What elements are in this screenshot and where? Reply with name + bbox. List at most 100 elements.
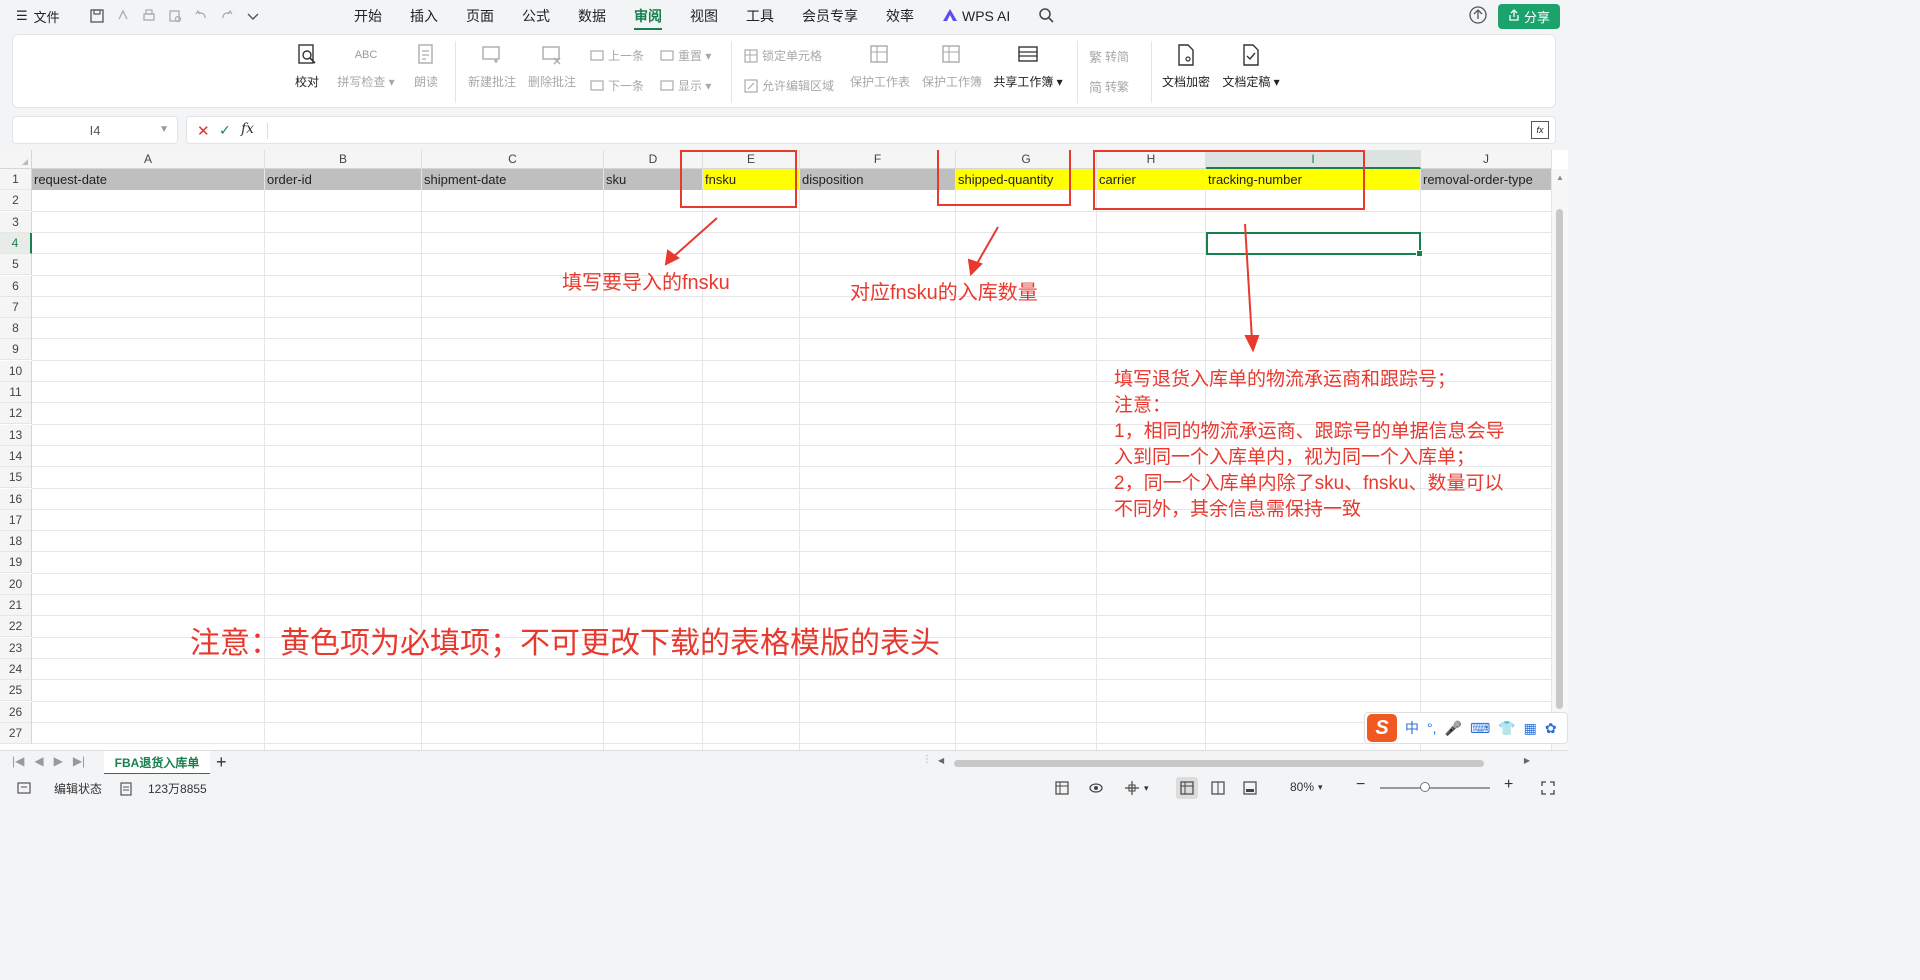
zoom-slider[interactable] (1380, 787, 1490, 789)
prev-sheet-icon[interactable]: ◀ (34, 754, 43, 768)
scroll-up-icon[interactable]: ▲ (1556, 173, 1564, 182)
allow-edit-area-button[interactable]: 允许编辑区域 (743, 77, 834, 94)
doc-finalize-button[interactable]: 文档定稿 ▾ (1221, 35, 1281, 90)
lock-cell-button[interactable]: 锁定单元格 (743, 47, 822, 64)
spreadsheet-grid[interactable]: ABCDEFGHIJ 1 2 3 4 5 6 7 8 9 10 11 12 13 14 15 16 17 18 19… (0, 150, 1568, 750)
to-traditional-icon: 简 (1089, 80, 1103, 95)
more-chevron-icon[interactable] (244, 7, 262, 25)
sogou-logo-icon[interactable]: S (1367, 714, 1397, 742)
table-style-icon (1055, 781, 1069, 795)
page-break-view-button[interactable] (1242, 780, 1258, 796)
tab-efficiency[interactable]: 效率 (872, 0, 928, 32)
prev-comment-button[interactable]: 上一条 (589, 47, 644, 64)
tab-insert[interactable]: 插入 (396, 0, 452, 32)
doc-finalize-icon (1243, 44, 1259, 66)
print-icon[interactable] (140, 7, 158, 25)
more-icon[interactable]: ✿ (1545, 720, 1557, 737)
ime-language-toggle[interactable]: 中 (1405, 718, 1419, 738)
last-sheet-icon[interactable]: ▶| (73, 754, 85, 768)
reset-comment-button[interactable]: 重置 ▾ (659, 47, 711, 64)
confirm-formula-icon[interactable]: ✓ (219, 122, 231, 139)
status-bar: 编辑状态 123万8855 ▾ 80% ▾ − + (0, 774, 1568, 800)
share-book-icon (1018, 46, 1038, 62)
wps-ai-logo-icon (942, 8, 958, 25)
next-sheet-icon[interactable]: ▶ (54, 754, 63, 768)
first-sheet-icon[interactable]: |◀ (12, 754, 24, 768)
normal-view-icon (1180, 781, 1194, 795)
zoom-slider-handle[interactable] (1420, 782, 1430, 792)
redo-icon[interactable] (218, 7, 236, 25)
print-preview-icon[interactable] (166, 7, 184, 25)
tab-formula[interactable]: 公式 (508, 0, 564, 32)
spellcheck-button[interactable]: ABC 拼写检查 ▾ (335, 35, 397, 90)
cloud-upload-icon[interactable] (1468, 5, 1488, 28)
to-simplified-button[interactable]: 繁 转简 (1089, 47, 1129, 66)
skin-icon[interactable]: 👕 (1498, 720, 1515, 737)
protect-book-button[interactable]: 保护工作簿 (921, 35, 983, 90)
sheet-tab-active[interactable]: FBA退货入库单 (104, 751, 210, 775)
cancel-formula-icon[interactable]: ✕ (197, 122, 210, 140)
new-comment-button[interactable]: 新建批注 (467, 35, 517, 90)
tab-data[interactable]: 数据 (564, 0, 620, 32)
count-value: 123万8855 (148, 782, 207, 796)
tab-view[interactable]: 视图 (676, 0, 732, 32)
page-break-icon (1243, 781, 1257, 795)
zoom-in-button[interactable]: + (1504, 776, 1513, 794)
search-button[interactable] (1024, 0, 1068, 32)
scroll-right-icon[interactable]: ▶ (1524, 756, 1530, 765)
vertical-scrollbar[interactable]: ▲ (1552, 169, 1568, 750)
chevron-down-icon[interactable]: ▼ (159, 124, 169, 135)
protect-sheet-button[interactable]: 保护工作表 (849, 35, 911, 90)
ribbon-divider (1077, 41, 1078, 103)
to-traditional-button[interactable]: 简 转繁 (1089, 77, 1129, 96)
name-box[interactable]: I4 ▼ (12, 116, 178, 144)
file-menu[interactable]: ☰ 文件 (16, 7, 60, 26)
tab-page[interactable]: 页面 (452, 0, 508, 32)
tab-split-handle[interactable]: ⋮ (922, 754, 932, 765)
function-wizard-icon[interactable]: fx (1531, 121, 1549, 139)
zoom-out-button[interactable]: − (1356, 776, 1365, 794)
tab-member[interactable]: 会员专享 (788, 0, 872, 32)
search-icon (1038, 7, 1054, 26)
show-comment-button[interactable]: 显示 ▾ (659, 77, 711, 94)
tab-review[interactable]: 审阅 (620, 0, 676, 32)
delete-comment-label: 删除批注 (527, 75, 576, 89)
share-button[interactable]: 分享 (1497, 4, 1560, 29)
read-aloud-button[interactable]: 朗读 (411, 35, 441, 90)
microphone-icon[interactable]: 🎤 (1445, 720, 1462, 737)
crosshair-button[interactable]: ▾ (1124, 780, 1149, 796)
share-book-button[interactable]: 共享工作簿 ▾ (991, 35, 1065, 90)
table-style-button[interactable] (1054, 780, 1070, 796)
page-layout-view-button[interactable] (1210, 780, 1226, 796)
tab-home[interactable]: 开始 (340, 0, 396, 32)
proofread-button[interactable]: 校对 (291, 35, 323, 90)
add-sheet-button[interactable]: + (216, 752, 227, 773)
macro-record-button[interactable] (16, 780, 32, 796)
insert-function-icon[interactable]: fx (241, 121, 254, 137)
zoom-level[interactable]: 80% ▾ (1290, 780, 1323, 794)
save-icon[interactable] (88, 7, 106, 25)
keyboard-icon[interactable]: ⌨ (1470, 720, 1490, 737)
vertical-scroll-thumb[interactable] (1556, 209, 1563, 709)
delete-comment-icon (542, 46, 561, 65)
cloud-sync-icon[interactable] (114, 7, 132, 25)
next-comment-button[interactable]: 下一条 (589, 77, 644, 94)
count-display: 123万8855 (118, 780, 207, 797)
wps-ai-button[interactable]: WPS AI (928, 0, 1024, 32)
horizontal-scroll-thumb[interactable] (954, 760, 1484, 767)
scroll-left-icon[interactable]: ◀ (938, 756, 944, 765)
eye-protection-button[interactable] (1088, 780, 1104, 796)
undo-icon[interactable] (192, 7, 210, 25)
ribbon-divider (455, 41, 456, 103)
reset-label: 重置 ▾ (678, 49, 712, 63)
doc-encrypt-button[interactable]: 文档加密 (1161, 35, 1211, 90)
fullscreen-button[interactable] (1540, 780, 1556, 796)
toolbox-icon[interactable]: ▦ (1524, 720, 1537, 737)
delete-comment-button[interactable]: 删除批注 (527, 35, 577, 90)
tab-tools[interactable]: 工具 (732, 0, 788, 32)
ime-punctuation-toggle[interactable]: °, (1427, 720, 1437, 736)
formula-input[interactable]: ✕ ✓ fx fx (186, 116, 1556, 144)
normal-view-button[interactable] (1176, 777, 1198, 799)
quantity-note: 对应fnsku的入库数量 (850, 282, 1038, 304)
horizontal-scrollbar[interactable]: ◀ ▶ (936, 756, 1536, 769)
